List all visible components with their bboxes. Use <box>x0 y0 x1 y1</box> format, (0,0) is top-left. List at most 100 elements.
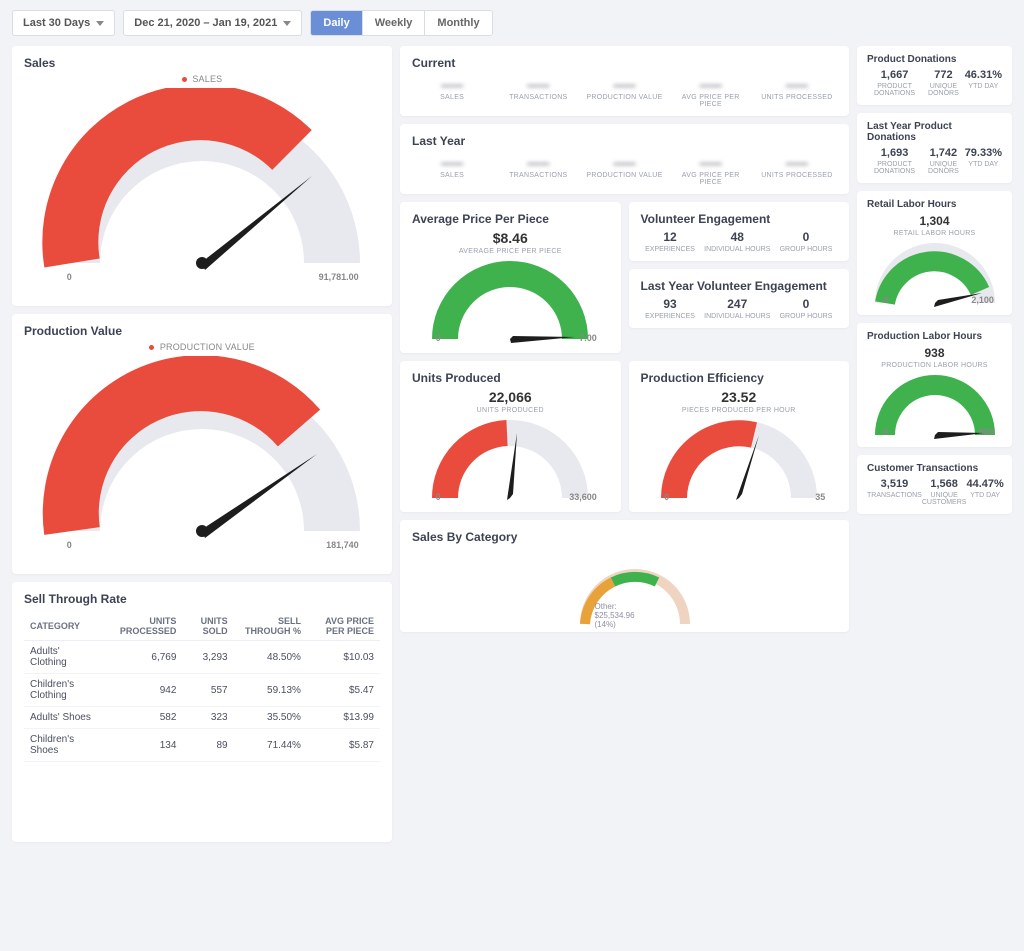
metric-label: UNIQUE DONORS <box>922 161 965 175</box>
kpi-label: UNITS PROCESSED <box>761 172 832 179</box>
card-title: Retail Labor Hours <box>867 199 1002 210</box>
kpi-value: —— <box>412 158 492 170</box>
metric-value: 3,519 <box>867 478 922 490</box>
kpi-label: UNITS PROCESSED <box>761 94 832 101</box>
kpi-value: —— <box>584 80 664 92</box>
date-range-label: Dec 21, 2020 – Jan 19, 2021 <box>134 17 277 29</box>
card-title: Current <box>412 56 837 70</box>
metric-label: GROUP HOURS <box>780 313 833 320</box>
sales-by-category-donut: Other: $25,534.96 (14%) <box>565 554 685 624</box>
metric-label: EXPERIENCES <box>645 246 695 253</box>
production-value-card: Production Value PRODUCTION VALUE 0 181,… <box>12 314 392 574</box>
kpi-value: —— <box>498 80 578 92</box>
chevron-down-icon <box>283 21 291 26</box>
th-units-sold[interactable]: UNITS SOLD <box>182 612 233 641</box>
legend-dot-icon <box>149 345 154 350</box>
metric-value: 93 <box>645 297 695 311</box>
table-header-row: CATEGORY UNITS PROCESSED UNITS SOLD SELL… <box>24 612 380 641</box>
sell-through-card: Sell Through Rate CATEGORY UNITS PROCESS… <box>12 582 392 842</box>
current-kpi-strip: ——SALES ——TRANSACTIONS ——PRODUCTION VALU… <box>412 74 837 108</box>
current-kpi-card: Current ——SALES ——TRANSACTIONS ——PRODUCT… <box>400 46 849 116</box>
sales-card: Sales SALES 0 91,781.00 <box>12 46 392 306</box>
retail-labor-card: Retail Labor Hours 1,304 RETAIL LABOR HO… <box>857 191 1012 315</box>
lastyear-kpi-card: Last Year ——SALES ——TRANSACTIONS ——PRODU… <box>400 124 849 194</box>
card-title: Last Year <box>412 134 837 148</box>
metric-value: 1,742 <box>922 147 965 159</box>
kpi-value: —— <box>757 158 837 170</box>
sell-through-table: CATEGORY UNITS PROCESSED UNITS SOLD SELL… <box>24 612 380 762</box>
gauge-max: 33,600 <box>569 492 597 502</box>
metric-value: 1,568 <box>922 478 967 490</box>
date-range-preset-dropdown[interactable]: Last 30 Days <box>12 10 115 36</box>
volunteer-engagement-ly-card: Last Year Volunteer Engagement 93EXPERIE… <box>629 269 850 328</box>
customer-transactions-card: Customer Transactions 3,519TRANSACTIONS … <box>857 455 1012 514</box>
metric-value: 772 <box>922 69 965 81</box>
kpi-label: TRANSACTIONS <box>509 94 567 101</box>
product-donations-card: Product Donations 1,667 PRODUCT DONATIONS… <box>857 46 1012 105</box>
sales-by-category-card: Sales By Category Other: $25,534.96 (14%… <box>400 520 849 632</box>
metric-sublabel: RETAIL LABOR HOURS <box>893 230 975 237</box>
kpi-value: —— <box>671 80 751 92</box>
kpi-label: AVG PRICE PER PIECE <box>682 94 740 108</box>
gauge-max: 2,100 <box>971 295 994 305</box>
toolbar: Last 30 Days Dec 21, 2020 – Jan 19, 2021… <box>0 0 1024 46</box>
metric-label: INDIVIDUAL HOURS <box>704 246 770 253</box>
card-title: Sales By Category <box>412 530 837 544</box>
metric-value: 48 <box>704 230 770 244</box>
metric-value: 79.33% <box>965 147 1002 159</box>
card-title: Product Donations <box>867 54 1002 65</box>
legend-dot-icon <box>182 77 187 82</box>
metric-sublabel: PIECES PRODUCED PER HOUR <box>682 407 796 414</box>
card-title: Sell Through Rate <box>24 592 380 606</box>
metric-value: 46.31% <box>965 69 1002 81</box>
kpi-label: PRODUCTION VALUE <box>586 172 662 179</box>
metric-sublabel: UNITS PRODUCED <box>477 407 544 414</box>
card-title: Last Year Volunteer Engagement <box>641 279 838 293</box>
table-row[interactable]: Adults' Shoes 582 323 35.50% $13.99 <box>24 707 380 729</box>
dashboard-grid: Sales SALES 0 91,781.00 <box>0 46 1024 854</box>
gauge-min: 0 <box>436 333 441 343</box>
volunteer-engagement-card: Volunteer Engagement 12EXPERIENCES 48IND… <box>629 202 850 261</box>
row-avgprice-volunteer: Average Price Per Piece $8.46 AVERAGE PR… <box>400 202 849 353</box>
metric-value: 44.47% <box>966 478 1003 490</box>
metric-value: 12 <box>645 230 695 244</box>
metric-label: PRODUCT DONATIONS <box>867 161 922 175</box>
granularity-weekly-button[interactable]: Weekly <box>363 11 426 35</box>
metric-label: UNIQUE DONORS <box>922 83 965 97</box>
card-title: Production Efficiency <box>641 371 838 385</box>
granularity-monthly-button[interactable]: Monthly <box>425 11 491 35</box>
sales-legend: SALES <box>24 74 380 84</box>
metric-value: $8.46 <box>412 230 609 246</box>
table-row[interactable]: Adults' Clothing 6,769 3,293 48.50% $10.… <box>24 641 380 674</box>
card-title: Average Price Per Piece <box>412 212 609 226</box>
metric-value: 23.52 <box>641 389 838 405</box>
th-avg-price[interactable]: AVG PRICE PER PIECE <box>307 612 380 641</box>
metric-label: UNIQUE CUSTOMERS <box>922 492 967 506</box>
metric-value: 247 <box>704 297 770 311</box>
row-units-efficiency: Units Produced 22,066 UNITS PRODUCED 0 3… <box>400 361 849 512</box>
th-category[interactable]: CATEGORY <box>24 612 101 641</box>
gauge-max: 35 <box>815 492 825 502</box>
card-title: Last Year Product Donations <box>867 121 1002 143</box>
production-efficiency-card: Production Efficiency 23.52 PIECES PRODU… <box>629 361 850 512</box>
date-range-picker[interactable]: Dec 21, 2020 – Jan 19, 2021 <box>123 10 302 36</box>
card-title: Units Produced <box>412 371 609 385</box>
metric-value: 1,667 <box>867 69 922 81</box>
metric-label: INDIVIDUAL HOURS <box>704 313 770 320</box>
th-units-processed[interactable]: UNITS PROCESSED <box>101 612 183 641</box>
gauge-min: 0 <box>67 272 72 282</box>
production-value-gauge <box>37 356 367 556</box>
kpi-label: TRANSACTIONS <box>509 172 567 179</box>
production-value-legend: PRODUCTION VALUE <box>24 342 380 352</box>
metric-label: TRANSACTIONS <box>867 492 922 499</box>
granularity-daily-button[interactable]: Daily <box>311 11 362 35</box>
legend-label: SALES <box>192 74 222 84</box>
right-column: Product Donations 1,667 PRODUCT DONATIONS… <box>857 46 1012 842</box>
metric-label: PRODUCT DONATIONS <box>867 83 922 97</box>
metric-label: YTD DAY <box>966 492 1003 499</box>
metric-value: 938 <box>867 346 1002 360</box>
th-sell-through[interactable]: SELL THROUGH % <box>234 612 307 641</box>
table-row[interactable]: Children's Shoes 134 89 71.44% $5.87 <box>24 729 380 762</box>
table-row[interactable]: Children's Clothing 942 557 59.13% $5.47 <box>24 674 380 707</box>
granularity-toggle: Daily Weekly Monthly <box>310 10 492 36</box>
